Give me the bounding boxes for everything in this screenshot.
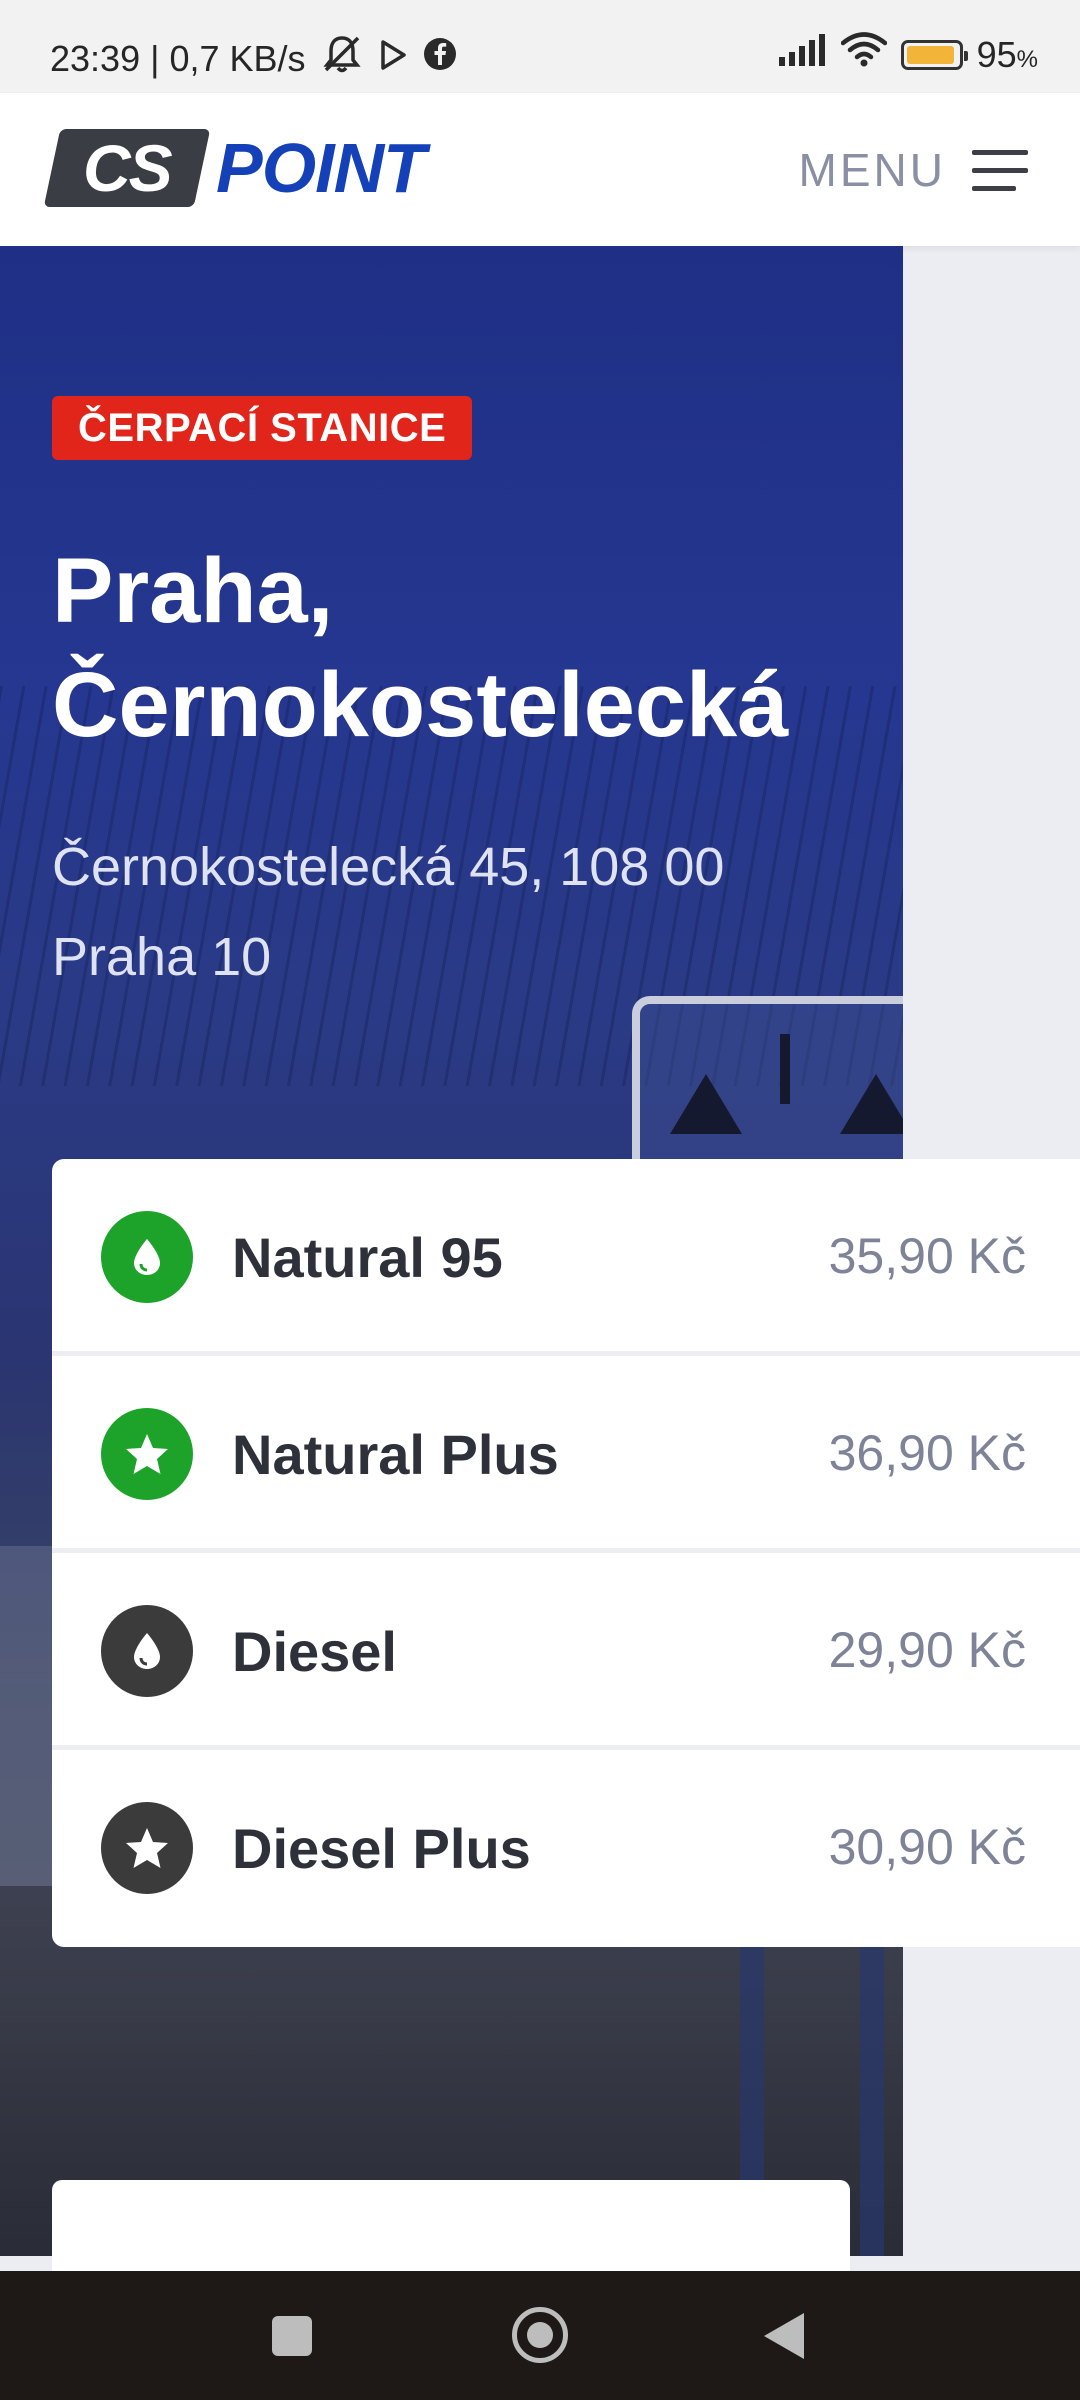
- status-bar: 23:39 | 0,7 KB/s 95%: [0, 0, 1080, 93]
- hamburger-icon: [972, 148, 1028, 192]
- wifi-icon: [840, 32, 887, 77]
- fuel-price: 29,90 Kč: [828, 1622, 1026, 1678]
- recents-button[interactable]: [272, 2316, 312, 2356]
- mute-bell-icon: [320, 34, 364, 83]
- fuel-name: Natural Plus: [232, 1423, 559, 1486]
- fuel-row: Diesel Plus 30,90 Kč: [52, 1750, 1080, 1947]
- status-left: 23:39 | 0,7 KB/s: [50, 34, 458, 83]
- station-title: Praha, Černokostelecká: [52, 534, 912, 762]
- back-button[interactable]: [764, 2313, 804, 2359]
- battery-value: 95: [976, 33, 1017, 75]
- battery-unit: %: [1016, 45, 1038, 73]
- site-header: CS POINT MENU: [0, 93, 1080, 246]
- drop-icon: [101, 1605, 193, 1697]
- fuel-row: Natural Plus 36,90 Kč: [52, 1356, 1080, 1553]
- fuel-name: Diesel Plus: [232, 1817, 531, 1880]
- battery-percent: 95%: [977, 34, 1038, 76]
- fuel-name: Natural 95: [232, 1226, 503, 1289]
- home-button[interactable]: [512, 2307, 568, 2363]
- logo-cs-text: CS: [83, 131, 171, 205]
- signal-icon: [777, 33, 827, 76]
- menu-label: MENU: [798, 144, 946, 196]
- station-type-badge: ČERPACÍ STANICE: [52, 396, 473, 460]
- star-icon: [101, 1408, 193, 1500]
- play-store-icon: [378, 38, 408, 80]
- station-title-line1: Praha,: [52, 540, 334, 642]
- star-icon: [101, 1802, 193, 1894]
- logo-cs-mark: CS: [43, 129, 211, 207]
- drop-icon: [101, 1211, 193, 1303]
- status-right: 95%: [777, 32, 1038, 77]
- fuel-price: 36,90 Kč: [828, 1425, 1026, 1481]
- fuel-name: Diesel: [232, 1620, 397, 1683]
- cs-point-logo[interactable]: CS POINT: [43, 128, 426, 208]
- status-time-speed: 23:39 | 0,7 KB/s: [50, 37, 306, 79]
- menu-button[interactable]: MENU: [799, 143, 1028, 197]
- battery-icon: [900, 39, 968, 70]
- system-nav-bar: [0, 2271, 1080, 2400]
- station-address: Černokostelecká 45, 108 00 Praha 10: [52, 822, 872, 1002]
- station-title-line2: Černokostelecká: [52, 654, 789, 756]
- address-line2: Praha 10: [52, 927, 272, 987]
- screen: 23:39 | 0,7 KB/s 95% CS POINT MENU ČERPA…: [0, 0, 1080, 2400]
- address-line1: Černokostelecká 45, 108 00: [52, 837, 725, 897]
- facebook-icon: [422, 36, 458, 81]
- fuel-price: 35,90 Kč: [828, 1228, 1026, 1284]
- fuel-row: Diesel 29,90 Kč: [52, 1553, 1080, 1750]
- fuel-prices-card: Natural 95 35,90 Kč Natural Plus 36,90 K…: [52, 1159, 1080, 1947]
- fuel-row: Natural 95 35,90 Kč: [52, 1159, 1080, 1356]
- fuel-price: 30,90 Kč: [828, 1819, 1026, 1875]
- logo-point-text: POINT: [216, 129, 426, 207]
